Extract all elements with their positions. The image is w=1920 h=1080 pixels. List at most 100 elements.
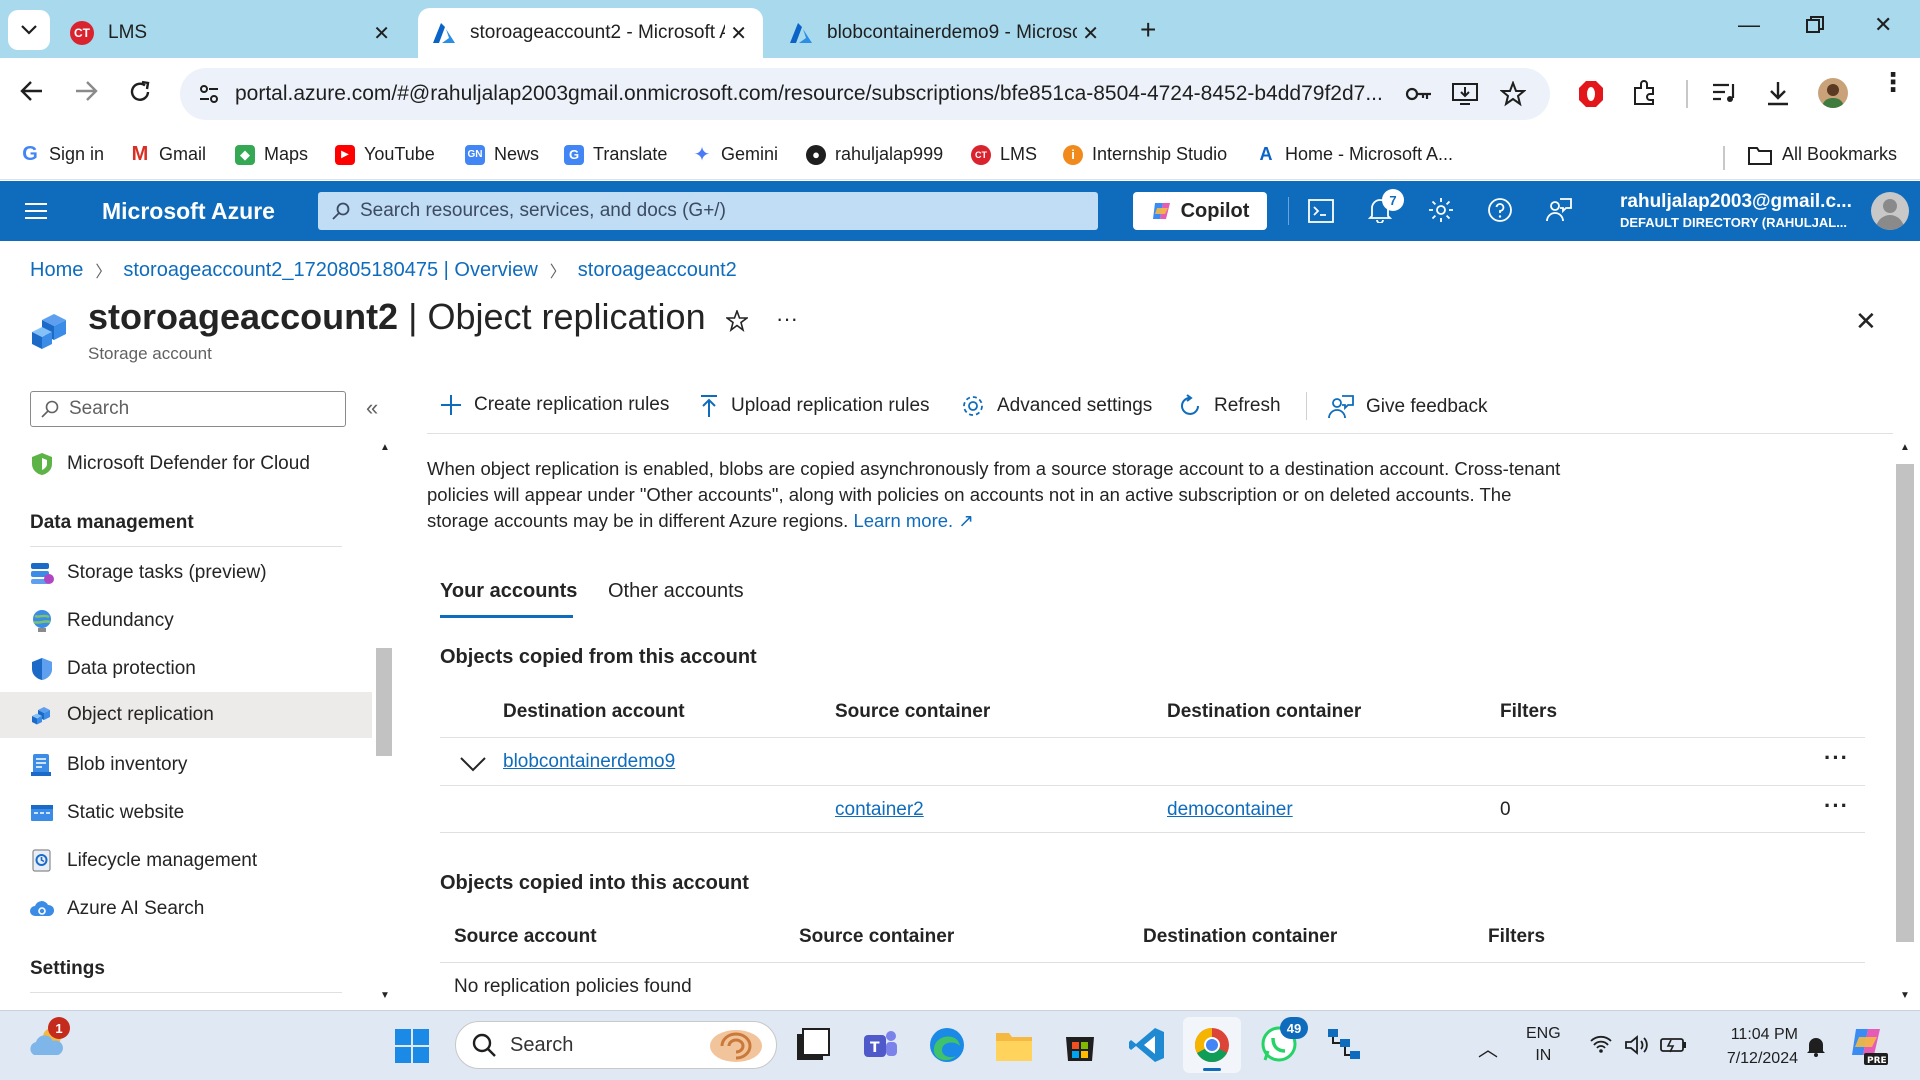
row-more-actions-icon[interactable]: ··· (1824, 793, 1849, 819)
scroll-up-arrow-icon[interactable]: ▲ (1900, 442, 1910, 453)
notifications-button[interactable]: 7 (1368, 189, 1404, 223)
give-feedback-button[interactable]: Give feedback (1328, 394, 1487, 420)
tab-other-accounts[interactable]: Other accounts (608, 580, 744, 603)
tab-search-button[interactable] (8, 10, 50, 50)
chevron-down-icon[interactable] (460, 756, 486, 772)
sidebar-item-object-replication[interactable]: Object replication (0, 692, 372, 738)
wifi-icon[interactable] (1590, 1035, 1612, 1053)
bookmark-maps[interactable]: ◆ Maps (235, 144, 308, 165)
user-avatar[interactable] (1871, 192, 1909, 230)
windows-start-icon[interactable] (395, 1029, 429, 1063)
main-scrollbar[interactable]: ▲ ▼ (1894, 436, 1916, 1006)
scroll-down-arrow-icon[interactable]: ▼ (380, 990, 390, 1001)
address-bar[interactable]: portal.azure.com/#@rahuljalap2003gmail.o… (180, 68, 1550, 120)
breadcrumb-home[interactable]: Home (30, 259, 83, 282)
chrome-taskbar-button[interactable] (1183, 1017, 1241, 1073)
download-icon[interactable] (1765, 80, 1791, 106)
sidebar-search-input[interactable]: Search (30, 391, 346, 427)
forward-icon[interactable] (74, 80, 98, 102)
network-app-icon[interactable] (1326, 1027, 1362, 1063)
hamburger-menu-icon[interactable] (24, 202, 48, 220)
bookmark-youtube[interactable]: ▶ YouTube (335, 144, 435, 165)
advanced-settings-button[interactable]: Advanced settings (961, 394, 1152, 418)
whatsapp-taskbar-button[interactable]: 49 (1260, 1017, 1308, 1063)
sidebar-item-blob-inventory[interactable]: Blob inventory (0, 742, 372, 788)
help-icon[interactable] (1487, 197, 1513, 223)
chrome-menu-icon[interactable]: ⋮ (1880, 69, 1906, 95)
destination-account-link[interactable]: blobcontainerdemo9 (503, 751, 675, 773)
sidebar-item-storage-tasks[interactable]: Storage tasks (preview) (0, 550, 372, 596)
minimize-button[interactable]: — (1738, 12, 1760, 38)
show-hidden-icons-button[interactable]: ︿ (1478, 1033, 1498, 1062)
create-replication-rules-button[interactable]: Create replication rules (440, 394, 669, 416)
bookmark-github[interactable]: ● rahuljalap999 (806, 144, 943, 165)
scroll-up-arrow-icon[interactable]: ▲ (380, 442, 390, 453)
close-tab-icon[interactable]: ✕ (373, 21, 390, 46)
extensions-puzzle-icon[interactable] (1632, 80, 1658, 106)
copilot-button[interactable]: Copilot (1133, 192, 1267, 230)
opera-extension-icon[interactable] (1578, 80, 1604, 108)
browser-tab-storage[interactable]: storoageaccount2 - Microsoft A ✕ (418, 8, 763, 58)
bookmark-translate[interactable]: G Translate (564, 144, 667, 165)
favorite-star-icon[interactable] (726, 310, 748, 332)
learn-more-link[interactable]: Learn more. ↗ (853, 510, 973, 531)
reload-icon[interactable] (128, 80, 152, 104)
bookmark-star-icon[interactable] (1500, 81, 1526, 107)
sidebar-item-azure-ai-search[interactable]: Azure AI Search (0, 886, 372, 932)
sidebar-scrollbar[interactable]: ▲ ▼ (374, 436, 396, 1006)
task-view-icon[interactable] (796, 1028, 830, 1062)
restore-button[interactable] (1806, 16, 1824, 34)
collapse-sidebar-icon[interactable]: « (366, 395, 378, 421)
bookmark-gemini[interactable]: ✦ Gemini (692, 144, 778, 166)
sidebar-section-data-management[interactable]: Data management (30, 512, 194, 534)
feedback-icon[interactable] (1546, 197, 1572, 223)
scroll-down-arrow-icon[interactable]: ▼ (1900, 990, 1910, 1001)
battery-icon[interactable] (1660, 1035, 1688, 1055)
bookmark-internship-studio[interactable]: i Internship Studio (1063, 144, 1227, 165)
tab-your-accounts[interactable]: Your accounts (440, 580, 577, 603)
new-tab-button[interactable]: + (1140, 14, 1156, 46)
breadcrumb-storage[interactable]: storoageaccount2 (578, 259, 737, 282)
all-bookmarks-button[interactable]: All Bookmarks (1748, 144, 1897, 165)
edge-icon[interactable] (928, 1026, 966, 1064)
source-container-link[interactable]: container2 (835, 799, 924, 821)
close-blade-button[interactable]: ✕ (1855, 306, 1877, 337)
bookmark-azure-home[interactable]: A Home - Microsoft A... (1256, 144, 1453, 165)
volume-icon[interactable] (1624, 1034, 1650, 1056)
back-icon[interactable] (20, 80, 44, 102)
bookmark-gmail[interactable]: M Gmail (130, 143, 206, 165)
site-info-icon[interactable] (198, 83, 220, 105)
language-indicator[interactable]: ENG IN (1526, 1023, 1561, 1067)
sidebar-item-defender[interactable]: Microsoft Defender for Cloud (0, 441, 372, 487)
destination-container-link[interactable]: democontainer (1167, 799, 1293, 821)
breadcrumb-overview[interactable]: storoageaccount2_1720805180475 | Overvie… (123, 259, 537, 282)
system-clock[interactable]: 11:04 PM 7/12/2024 (1714, 1023, 1798, 1071)
bookmark-lms[interactable]: CT LMS (971, 144, 1037, 165)
copilot-preview-icon[interactable]: PRE (1850, 1025, 1888, 1065)
media-control-icon[interactable] (1712, 82, 1738, 104)
vscode-icon[interactable] (1128, 1026, 1166, 1064)
file-explorer-icon[interactable] (995, 1027, 1033, 1063)
weather-widget[interactable]: 1 (28, 1017, 70, 1059)
taskbar-search[interactable]: Search (455, 1021, 777, 1069)
sidebar-item-lifecycle-management[interactable]: Lifecycle management (0, 838, 372, 884)
browser-tab-blobcontainer[interactable]: blobcontainerdemo9 - Microso ✕ (775, 8, 1115, 58)
close-tab-icon[interactable]: ✕ (1082, 21, 1099, 46)
gear-icon[interactable] (1428, 197, 1454, 223)
cloud-shell-icon[interactable] (1308, 199, 1334, 223)
sidebar-item-redundancy[interactable]: Redundancy (0, 598, 372, 644)
azure-search-input[interactable]: Search resources, services, and docs (G+… (318, 192, 1098, 230)
sidebar-item-data-protection[interactable]: Data protection (0, 646, 372, 692)
row-more-actions-icon[interactable]: ··· (1824, 745, 1849, 771)
bookmark-sign-in[interactable]: G Sign in (20, 143, 104, 165)
scrollbar-thumb[interactable] (376, 648, 392, 756)
azure-brand[interactable]: Microsoft Azure (102, 198, 275, 225)
teams-icon[interactable]: T (862, 1027, 898, 1063)
close-window-button[interactable]: ✕ (1874, 12, 1892, 38)
sidebar-item-static-website[interactable]: Static website (0, 790, 372, 836)
more-options-icon[interactable]: ··· (776, 306, 798, 332)
sidebar-section-settings[interactable]: Settings (30, 958, 105, 980)
bookmark-news[interactable]: GN News (465, 144, 539, 165)
close-tab-icon[interactable]: ✕ (730, 21, 747, 46)
browser-tab-lms[interactable]: CT LMS ✕ (56, 8, 406, 58)
